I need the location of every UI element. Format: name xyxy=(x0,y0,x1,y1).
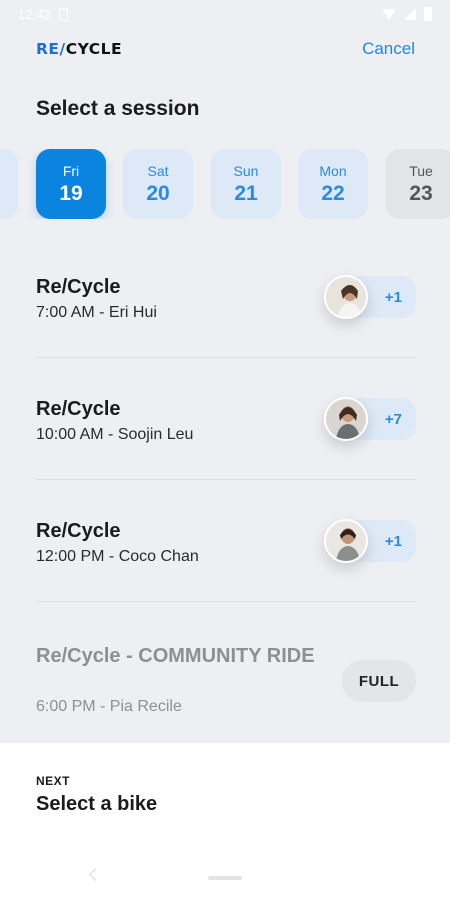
date-number: 21 xyxy=(234,181,258,205)
date-card-previous[interactable] xyxy=(0,149,18,219)
date-day-of-week: Mon xyxy=(319,162,347,179)
signal-icon xyxy=(404,8,416,20)
date-card-sat-20[interactable]: Sat 20 xyxy=(123,149,193,219)
logo-prefix: RE/ xyxy=(36,40,66,58)
session-title: Re/Cycle xyxy=(36,276,121,298)
date-strip[interactable]: Fri 19 Sat 20 Sun 21 Mon 22 Tue 23 xyxy=(0,149,450,219)
instructor-avatar xyxy=(324,519,368,563)
back-icon[interactable] xyxy=(89,868,102,881)
date-number: 22 xyxy=(321,181,345,205)
attendee-group: +7 xyxy=(324,397,416,441)
date-card-fri-19[interactable]: Fri 19 xyxy=(36,149,106,219)
session-subtitle: 10:00 AM - Soojin Leu xyxy=(36,426,194,443)
app-logo: RE/ CYCLE xyxy=(36,40,122,58)
session-item[interactable]: Re/Cycle 12:00 PM - Coco Chan +1 xyxy=(36,480,416,602)
session-subtitle: 12:00 PM - Coco Chan xyxy=(36,548,199,565)
sd-card-icon xyxy=(58,7,68,21)
date-day-of-week: Fri xyxy=(62,162,80,179)
next-step-panel[interactable]: NEXT Select a bike xyxy=(0,743,450,900)
logo-suffix: CYCLE xyxy=(65,40,123,58)
date-number: 20 xyxy=(146,181,170,205)
date-day-of-week: Sat xyxy=(147,162,169,179)
date-card-mon-22[interactable]: Mon 22 xyxy=(298,149,368,219)
header: RE/ CYCLE Cancel xyxy=(36,36,415,62)
system-nav-bar xyxy=(0,850,450,900)
status-left: 12:42 xyxy=(18,7,68,22)
session-subtitle: 7:00 AM - Eri Hui xyxy=(36,304,157,321)
wifi-icon xyxy=(382,8,396,20)
cancel-button[interactable]: Cancel xyxy=(362,39,415,59)
next-step-title: Select a bike xyxy=(36,793,158,815)
instructor-avatar xyxy=(324,275,368,319)
instructor-avatar xyxy=(324,397,368,441)
session-item[interactable]: Re/Cycle 10:00 AM - Soojin Leu +7 xyxy=(36,358,416,480)
date-day-of-week: Sun xyxy=(233,162,259,179)
status-right xyxy=(382,7,432,21)
page-title: Select a session xyxy=(36,97,200,120)
date-number: 23 xyxy=(409,181,433,205)
session-title: Re/Cycle - COMMUNITY RIDE xyxy=(36,645,315,667)
full-status-badge: FULL xyxy=(342,660,416,702)
date-card-sun-21[interactable]: Sun 21 xyxy=(211,149,281,219)
session-title: Re/Cycle xyxy=(36,398,121,420)
session-subtitle: 6:00 PM - Pia Recile xyxy=(36,698,182,715)
attendee-group: +1 xyxy=(324,275,416,319)
session-list: Re/Cycle 7:00 AM - Eri Hui +1 Re/Cycle 1… xyxy=(36,236,416,752)
attendee-group: +1 xyxy=(324,519,416,563)
session-title: Re/Cycle xyxy=(36,520,121,542)
session-item-full[interactable]: Re/Cycle - COMMUNITY RIDE 6:00 PM - Pia … xyxy=(36,602,416,752)
date-card-tue-23[interactable]: Tue 23 xyxy=(386,149,450,219)
battery-icon xyxy=(424,7,432,21)
session-item[interactable]: Re/Cycle 7:00 AM - Eri Hui +1 xyxy=(36,236,416,358)
status-bar: 12:42 xyxy=(0,0,450,28)
date-day-of-week: Tue xyxy=(409,162,433,179)
home-icon[interactable] xyxy=(208,876,242,880)
next-label: NEXT xyxy=(36,774,71,788)
date-number: 19 xyxy=(59,181,83,205)
status-time: 12:42 xyxy=(18,6,51,22)
